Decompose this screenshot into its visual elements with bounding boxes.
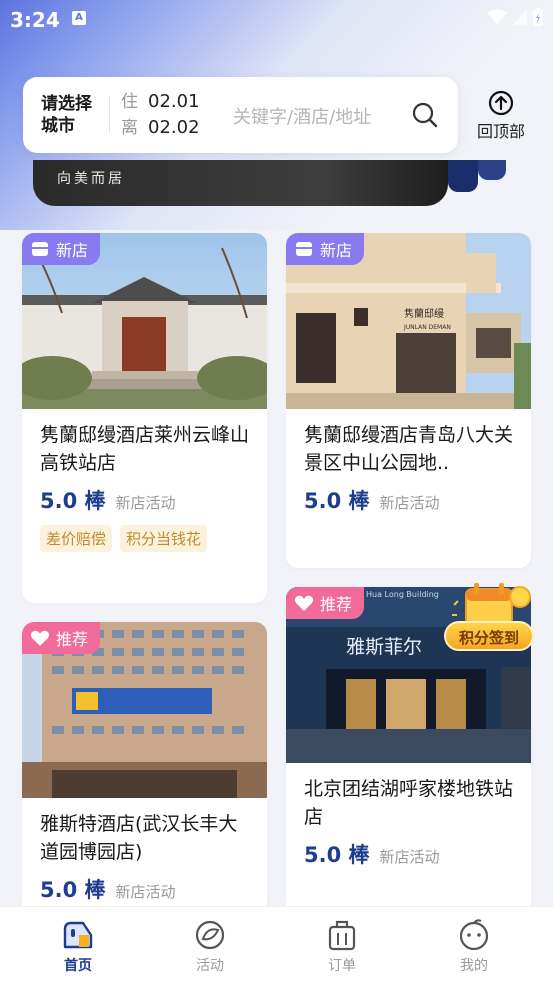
tab-profile[interactable]: 我的 — [434, 919, 514, 975]
divider — [109, 97, 110, 133]
date-selector[interactable]: 住 02.01 离 02.02 — [121, 89, 200, 141]
badge-label: 新店 — [56, 241, 89, 260]
tab-label: 首页 — [64, 958, 92, 974]
hotel-tags: 差价赔偿 积分当钱花 — [22, 515, 267, 552]
tab-home[interactable]: 首页 — [38, 919, 118, 975]
hotel-rating: 5.0 棒 新店活动 — [22, 866, 267, 904]
wifi-icon — [487, 9, 507, 24]
hotel-name: 隽蘭邸缦酒店青岛八大关景区中山公园地.. — [304, 424, 514, 474]
checkout-date: 02.02 — [148, 117, 200, 138]
store-icon — [32, 242, 48, 256]
hotel-score: 5.0 棒 — [40, 489, 106, 513]
tab-label: 订单 — [328, 958, 356, 974]
tab-label: 活动 — [196, 958, 224, 974]
badge-label: 推荐 — [320, 595, 353, 614]
search-icon[interactable] — [411, 101, 439, 129]
hotel-sign-text: 雅斯菲尔 — [346, 636, 422, 658]
recommend-badge: 推荐 — [22, 622, 101, 654]
hotel-sign-top: Hua Long Building — [366, 590, 439, 599]
checkin-label: 住 — [121, 92, 138, 112]
hotel-image: 推荐 — [22, 622, 267, 798]
tab-activity[interactable]: 活动 — [170, 919, 250, 975]
arrow-up-circle-icon — [488, 90, 514, 116]
battery-icon — [533, 8, 543, 26]
status-icons — [487, 8, 543, 26]
hotel-sign-en: JUNLAN DEMAN — [403, 324, 451, 331]
activity-icon — [195, 920, 225, 950]
checkin-date: 02.01 — [148, 91, 200, 112]
hotel-sign-text: 隽蘭邸缦 — [404, 307, 444, 320]
search-bar[interactable]: 请选择城市 住 02.01 离 02.02 关键字/酒店/地址 — [23, 77, 458, 153]
hotel-activity: 新店活动 — [115, 494, 176, 512]
hotel-image: 隽蘭邸缦 JUNLAN DEMAN 新店 — [286, 233, 531, 409]
back-to-top-button[interactable]: 回顶部 — [468, 90, 534, 146]
new-store-badge: 新店 — [22, 233, 101, 265]
store-icon — [296, 242, 312, 256]
home-icon — [63, 921, 93, 949]
hotel-card[interactable]: 隽蘭邸缦 JUNLAN DEMAN 新店 隽蘭邸缦酒店青岛八大关景区中山公园地.… — [286, 233, 531, 568]
tab-label: 我的 — [460, 958, 488, 974]
badge-label: 新店 — [320, 241, 353, 260]
points-signin-label: 积分签到 — [444, 621, 534, 651]
banner-next-slide — [448, 160, 506, 192]
status-time: 3:24 — [10, 8, 60, 32]
badge-label: 推荐 — [56, 630, 89, 649]
hotel-tag: 积分当钱花 — [120, 525, 208, 552]
city-selector[interactable]: 请选择城市 — [41, 93, 101, 137]
signal-icon — [513, 9, 527, 25]
order-icon — [328, 920, 356, 951]
back-to-top-label: 回顶部 — [476, 122, 525, 141]
hotel-rating: 5.0 棒 新店活动 — [286, 831, 531, 869]
hotel-image: 新店 — [22, 233, 267, 409]
hotel-score: 5.0 棒 — [304, 843, 370, 867]
keyword-input[interactable]: 关键字/酒店/地址 — [233, 103, 371, 129]
hotel-activity: 新店活动 — [379, 494, 440, 512]
bottom-tab-bar: 首页 活动 订单 我的 — [0, 906, 553, 984]
hotel-score: 5.0 棒 — [40, 878, 106, 902]
hotel-tag: 差价赔偿 — [40, 525, 113, 552]
hotel-name: 隽蘭邸缦酒店莱州云峰山高铁站店 — [40, 424, 250, 474]
points-signin-button[interactable]: 积分签到 — [440, 575, 542, 663]
hotel-name: 雅斯特酒店(武汉长丰大道园博园店) — [40, 813, 238, 863]
profile-icon — [459, 919, 489, 951]
tab-orders[interactable]: 订单 — [302, 919, 382, 975]
status-bar: 3:24 A — [0, 0, 553, 38]
promo-banner[interactable]: 向美而居 — [33, 160, 448, 206]
new-store-badge: 新店 — [286, 233, 365, 265]
heart-icon — [294, 595, 314, 611]
hotel-card[interactable]: 推荐 雅斯特酒店(武汉长丰大道园博园店) 5.0 棒 新店活动 — [22, 622, 267, 922]
notification-icon: A — [72, 11, 86, 25]
hotel-activity: 新店活动 — [379, 848, 440, 866]
hotel-score: 5.0 棒 — [304, 489, 370, 513]
hotel-activity: 新店活动 — [115, 883, 176, 901]
hotel-card[interactable]: 新店 隽蘭邸缦酒店莱州云峰山高铁站店 5.0 棒 新店活动 差价赔偿 积分当钱花 — [22, 233, 267, 603]
checkout-label: 离 — [121, 118, 138, 138]
heart-icon — [30, 630, 50, 646]
banner-text: 向美而居 — [57, 171, 125, 187]
hotel-rating: 5.0 棒 新店活动 — [22, 477, 267, 515]
recommend-badge: 推荐 — [286, 587, 365, 619]
hotel-name: 北京团结湖呼家楼地铁站店 — [304, 778, 514, 828]
hotel-rating: 5.0 棒 新店活动 — [286, 477, 531, 515]
